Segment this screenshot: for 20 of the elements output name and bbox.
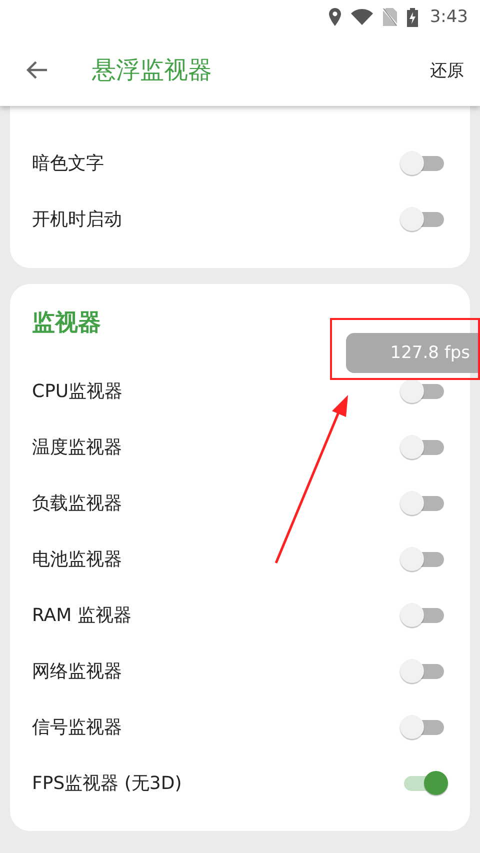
battery-charging-icon bbox=[406, 8, 418, 26]
fps-overlay: 127.8 fps bbox=[390, 343, 471, 363]
setting-label: 信号监视器 bbox=[32, 716, 122, 739]
section-title: 监视器 bbox=[32, 309, 102, 338]
no-sim-icon bbox=[382, 8, 397, 26]
setting-label: 负载监视器 bbox=[32, 492, 122, 515]
setting-label: 开机时启动 bbox=[32, 208, 122, 231]
setting-label: CPU监视器 bbox=[32, 380, 123, 403]
setting-label: RAM 监视器 bbox=[32, 604, 132, 627]
setting-label: 电池监视器 bbox=[32, 548, 122, 571]
setting-label: FPS监视器 (无3D) bbox=[32, 772, 182, 795]
location-icon bbox=[328, 8, 341, 26]
setting-label: 暗色文字 bbox=[32, 152, 104, 175]
back-arrow-icon bbox=[26, 60, 48, 80]
status-time: 3:43 bbox=[430, 7, 468, 27]
wifi-icon bbox=[350, 9, 373, 25]
setting-label: 网络监视器 bbox=[32, 660, 122, 683]
screen-title: 悬浮监视器 bbox=[92, 55, 213, 86]
restore-button[interactable]: 还原 bbox=[424, 52, 470, 88]
setting-label: 温度监视器 bbox=[32, 436, 122, 459]
